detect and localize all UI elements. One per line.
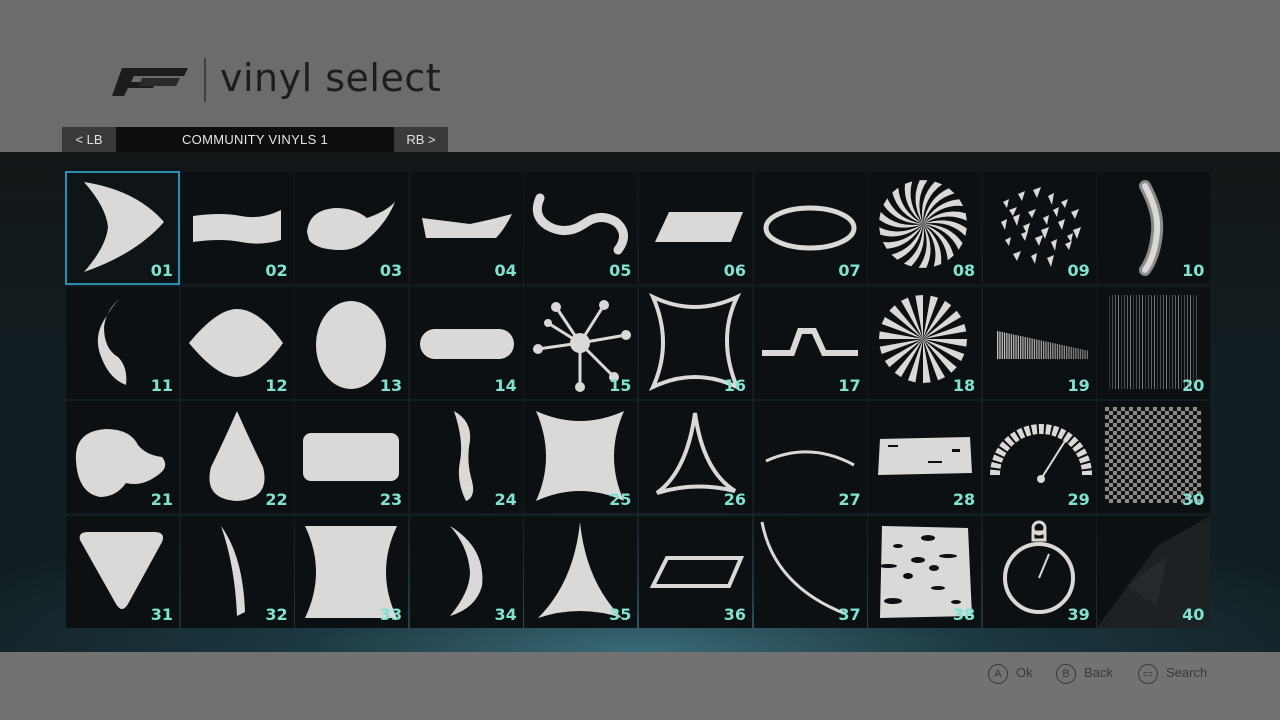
prev-tab-button[interactable]: < LB [62,127,116,152]
vinyl-number: 21 [150,490,173,509]
vinyl-tile[interactable]: 05 [524,172,638,284]
current-tab: COMMUNITY VINYLS 1 [116,127,394,152]
header: vinyl select < LB COMMUNITY VINYLS 1 RB … [0,0,1280,152]
vinyl-number: 03 [379,261,403,280]
view-button-icon: ▭ [1138,663,1158,684]
vinyl-number: 28 [952,490,976,509]
vinyl-tile[interactable]: 12 [180,286,294,399]
ok-hint[interactable]: A Ok [988,662,1033,684]
vinyl-tile[interactable]: 33 [295,515,409,628]
vinyl-tile[interactable]: 17 [753,286,867,399]
vinyl-tile[interactable]: 22 [180,401,294,513]
vinyl-number: 23 [379,490,403,509]
vinyl-tile[interactable]: 36 [639,515,752,628]
vinyl-number: 12 [265,375,288,395]
vinyl-number: 18 [952,375,976,395]
vinyl-tile[interactable]: 25 [524,401,638,513]
vinyl-tile[interactable]: 27 [753,401,867,513]
search-hint[interactable]: ▭ Search [1138,662,1207,684]
vinyl-tile[interactable]: 07 [753,172,867,284]
vinyl-number: 06 [723,261,746,280]
vinyl-number: 01 [150,261,173,280]
vinyl-tile[interactable]: 08 [868,172,982,284]
vinyl-tile[interactable]: 11 [66,286,179,399]
footer: A Ok B Back ▭ Search [0,652,1280,720]
vinyl-number: 05 [609,261,632,280]
vinyl-tile[interactable]: 06 [639,172,752,284]
vinyl-number: 07 [838,261,861,280]
back-hint[interactable]: B Back [1056,662,1113,684]
vinyl-number: 13 [379,375,403,395]
vinyl-number: 04 [494,261,517,280]
vinyl-number: 32 [265,604,288,624]
vinyl-tile[interactable]: 24 [409,401,523,513]
vinyl-number: 15 [609,375,632,395]
vinyl-tile[interactable]: 18 [868,286,982,399]
a-button-icon: A [988,663,1008,684]
page-title: vinyl select [220,56,442,100]
title-divider [204,58,206,102]
vinyl-number: 19 [1067,375,1090,395]
vinyl-number: 26 [723,490,746,509]
b-button-icon: B [1056,663,1076,684]
vinyl-number: 40 [1182,604,1205,624]
search-label: Search [1166,665,1208,680]
ok-label: Ok [1016,665,1033,680]
vinyl-tile[interactable]: 23 [295,401,409,513]
vinyl-number: 08 [952,261,976,280]
vinyl-tile[interactable]: 38 [868,515,982,628]
vinyl-number: 33 [379,604,403,624]
vinyl-number: 31 [150,604,173,624]
vinyl-number: 35 [609,604,632,624]
vinyl-number: 27 [838,490,861,509]
vinyl-number: 16 [723,375,746,395]
vinyl-tile[interactable]: 15 [524,286,638,399]
vinyl-number: 14 [494,375,517,395]
vinyl-tile[interactable]: 39 [982,515,1096,628]
vinyl-tile[interactable]: 09 [982,172,1096,284]
vinyl-tile[interactable]: 10 [1097,172,1211,284]
vinyl-tile[interactable]: 29 [982,401,1096,513]
vinyl-number: 25 [609,490,632,509]
vinyl-tile[interactable]: 03 [295,172,409,284]
vinyl-tile[interactable]: 34 [409,515,523,628]
vinyl-grid: 01 02 03 04 05 06 07 08 09 10 11 12 13 14 15 16 17 18 19 20… [65,171,1212,630]
vinyl-tile[interactable]: 13 [295,286,409,399]
vinyl-tile[interactable]: 21 [66,401,179,513]
vinyl-tile[interactable]: 28 [868,401,982,513]
next-tab-button[interactable]: RB > [394,127,448,152]
forza-logo-icon [112,68,188,96]
vinyl-number: 02 [265,261,288,280]
vinyl-tile[interactable]: 14 [409,286,523,399]
vinyl-tile[interactable]: 26 [639,401,752,513]
vinyl-number: 20 [1182,375,1205,395]
vinyl-tile[interactable]: 35 [524,515,638,628]
vinyl-number: 36 [723,604,746,624]
vinyl-tile[interactable]: 16 [639,286,752,399]
vinyl-number: 30 [1182,490,1205,509]
vinyl-tile[interactable]: 20 [1097,286,1211,399]
vinyl-number: 17 [838,375,861,395]
vinyl-number: 29 [1067,490,1090,509]
vinyl-number: 34 [494,604,517,624]
vinyl-number: 39 [1067,604,1090,624]
vinyl-number: 09 [1067,261,1090,280]
vinyl-number: 22 [265,490,288,509]
vinyl-tile[interactable]: 01 [65,171,180,285]
vinyl-tile[interactable]: 30 [1097,401,1211,513]
vinyl-tile[interactable]: 04 [409,172,523,284]
vinyl-tile[interactable]: 19 [982,286,1096,399]
back-label: Back [1084,665,1113,680]
vinyl-number: 38 [952,604,976,624]
vinyl-tile[interactable]: 40 [1097,515,1211,628]
vinyl-panel: 01 02 03 04 05 06 07 08 09 10 11 12 13 14 15 16 17 18 19 20… [0,152,1280,652]
vinyl-number: 10 [1182,261,1205,280]
vinyl-number: 24 [494,490,517,509]
vinyl-tile[interactable]: 31 [66,515,179,628]
vinyl-tile[interactable]: 32 [180,515,294,628]
vinyl-tile[interactable]: 02 [180,172,294,284]
vinyl-number: 37 [838,604,861,624]
vinyl-number: 11 [150,375,173,395]
vinyl-tile[interactable]: 37 [753,515,867,628]
